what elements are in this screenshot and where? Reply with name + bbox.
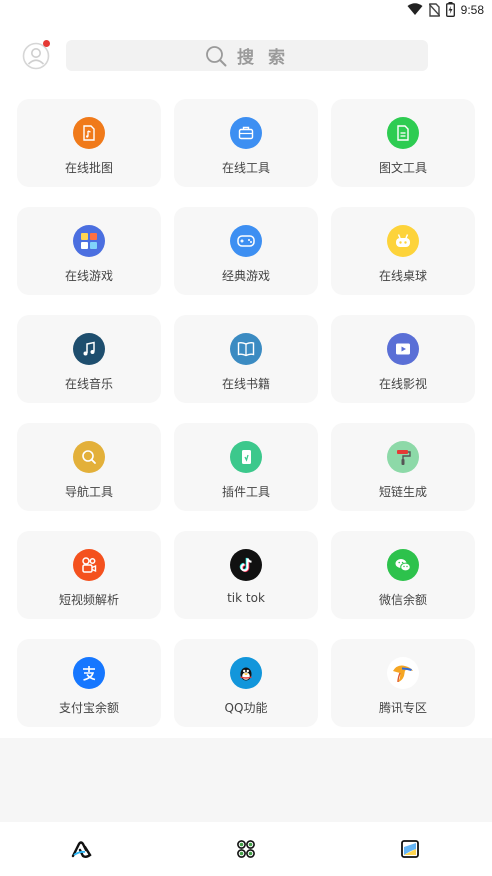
tile-qq-features[interactable]: QQ功能 xyxy=(174,639,318,727)
tile-label: 支付宝余额 xyxy=(58,701,119,715)
open-book-icon xyxy=(230,333,262,365)
nav-home[interactable] xyxy=(52,829,112,869)
tiktok-icon xyxy=(230,549,262,581)
status-time: 9:58 xyxy=(460,2,484,17)
tile-online-video[interactable]: 在线影视 xyxy=(331,315,475,403)
home-logo-icon xyxy=(71,841,92,858)
content-footer-area xyxy=(0,738,492,822)
paint-roller-icon xyxy=(387,441,419,473)
tile-label: 经典游戏 xyxy=(221,269,270,283)
video-play-icon xyxy=(387,333,419,365)
tile-label: 短链生成 xyxy=(378,485,427,499)
no-sim-icon xyxy=(428,2,440,17)
bottom-nav xyxy=(0,822,492,876)
tile-online-image[interactable]: 在线批图 xyxy=(17,99,161,187)
tile-short-link[interactable]: 短链生成 xyxy=(331,423,475,511)
tile-label: 短视频解析 xyxy=(58,593,119,607)
tile-online-books[interactable]: 在线书籍 xyxy=(174,315,318,403)
tile-label: 在线批图 xyxy=(64,161,113,175)
tile-short-video-parse[interactable]: 短视频解析 xyxy=(17,531,161,619)
search-icon xyxy=(206,45,227,66)
tencent-games-icon xyxy=(387,657,419,689)
tile-label: 在线音乐 xyxy=(64,377,113,391)
qq-penguin-icon xyxy=(230,657,262,689)
tile-label: 插件工具 xyxy=(221,485,270,499)
tile-wechat-balance[interactable]: 微信余额 xyxy=(331,531,475,619)
search-label: 搜 索 xyxy=(237,48,289,68)
apps-grid-icon xyxy=(237,840,255,858)
kuaishou-icon xyxy=(73,549,105,581)
plugin-phone-icon xyxy=(230,441,262,473)
tile-tiktok[interactable]: tik tok xyxy=(174,531,318,619)
tile-label: 在线工具 xyxy=(221,161,270,175)
music-note-icon xyxy=(73,333,105,365)
notification-dot xyxy=(43,40,50,47)
tile-label: 在线书籍 xyxy=(221,377,270,391)
nav-gallery[interactable] xyxy=(380,829,440,869)
nav-apps[interactable] xyxy=(216,829,276,869)
image-file-icon xyxy=(73,117,105,149)
tile-label: tik tok xyxy=(227,591,265,605)
game-tiles-icon xyxy=(73,225,105,257)
tile-label: 在线游戏 xyxy=(64,269,113,283)
gamepad-icon xyxy=(230,225,262,257)
tile-label: 腾讯专区 xyxy=(378,701,427,715)
tile-online-music[interactable]: 在线音乐 xyxy=(17,315,161,403)
tile-classic-games[interactable]: 经典游戏 xyxy=(174,207,318,295)
tile-label: 在线影视 xyxy=(378,377,427,391)
tile-online-billiards[interactable]: 在线桌球 xyxy=(331,207,475,295)
status-bar: 9:58 xyxy=(0,0,492,22)
tile-navigation-tools[interactable]: 导航工具 xyxy=(17,423,161,511)
header: 搜 索 xyxy=(0,38,492,74)
feature-grid: 在线批图 在线工具 图文工具 在线游戏 经典游戏 在线桌球 在线音乐 在线书籍 … xyxy=(17,99,475,727)
magnifier-icon xyxy=(73,441,105,473)
wechat-icon xyxy=(387,549,419,581)
tile-label: 导航工具 xyxy=(64,485,113,499)
tile-graphic-tools[interactable]: 图文工具 xyxy=(331,99,475,187)
briefcase-icon xyxy=(230,117,262,149)
status-indicators: 9:58 xyxy=(407,2,484,17)
search-bar[interactable]: 搜 索 xyxy=(66,40,428,71)
tile-tencent-zone[interactable]: 腾讯专区 xyxy=(331,639,475,727)
wifi-icon xyxy=(407,3,423,15)
tile-online-games[interactable]: 在线游戏 xyxy=(17,207,161,295)
battery-icon xyxy=(445,2,455,17)
tile-label: 微信余额 xyxy=(378,593,427,607)
tile-online-tools[interactable]: 在线工具 xyxy=(174,99,318,187)
tile-label: QQ功能 xyxy=(224,701,268,715)
document-icon xyxy=(387,117,419,149)
tile-plugin-tools[interactable]: 插件工具 xyxy=(174,423,318,511)
alipay-icon xyxy=(73,657,105,689)
tile-label: 图文工具 xyxy=(378,161,427,175)
gallery-icon xyxy=(401,840,419,858)
tile-label: 在线桌球 xyxy=(378,269,427,283)
robot-face-icon xyxy=(387,225,419,257)
tile-alipay-balance[interactable]: 支付宝余额 xyxy=(17,639,161,727)
